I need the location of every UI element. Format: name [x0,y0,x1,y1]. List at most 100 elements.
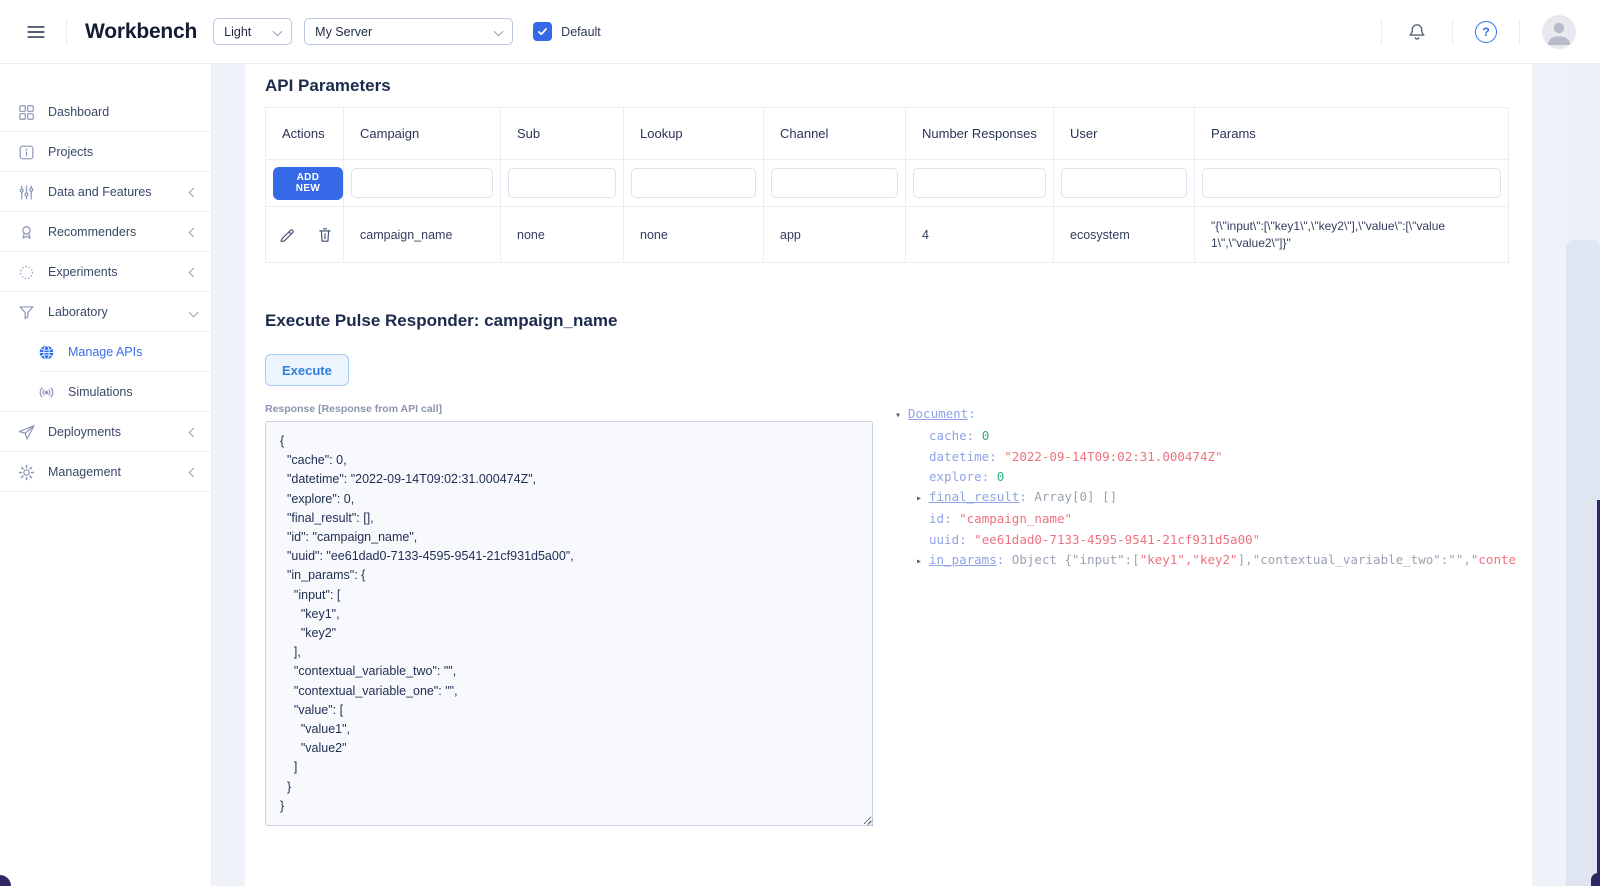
campaign-filter-input[interactable] [351,168,493,198]
cell-campaign: campaign_name [343,206,501,263]
sidebar-item-management[interactable]: Management [0,452,211,492]
sidebar-item-manage-apis[interactable]: Manage APIs [0,332,211,372]
sidebar-item-label: Projects [48,145,94,159]
tree-toggle-down-icon[interactable]: ▾ [895,406,908,426]
award-icon [16,222,36,242]
number-responses-filter-input[interactable] [913,168,1046,198]
default-checkbox[interactable] [533,22,553,41]
tree-key[interactable]: Document [908,406,968,421]
app-title: Workbench [85,19,198,43]
json-tree-view: ▾ Document: cache: 0 datetime: "2022-09-14… [895,404,1529,584]
column-header-channel: Channel [763,107,906,160]
params-filter-input[interactable] [1202,168,1501,198]
tree-value: "2022-09-14T09:02:31.000474Z" [1004,448,1223,464]
sidebar-item-experiments[interactable]: Experiments [0,252,211,292]
header-divider [66,18,67,45]
server-select[interactable]: My Server [304,18,514,45]
avatar[interactable] [1542,14,1576,49]
tree-key[interactable]: in_params [929,552,997,567]
dashboard-grid-icon [16,102,36,122]
delete-trash-icon[interactable] [316,224,334,246]
header-divider [1452,18,1453,45]
execute-button[interactable]: Execute [265,354,349,386]
scrollbar-thumb[interactable] [1566,240,1600,886]
response-textarea[interactable]: { "cache": 0, "datetime": "2022-09-14T09… [265,421,873,826]
sidebar: Dashboard Projects Data and Features Rec… [0,64,212,886]
sidebar-item-data-and-features[interactable]: Data and Features [0,172,211,212]
sidebar-item-label: Dashboard [48,105,110,119]
tree-colon: : [1019,489,1035,505]
sidebar-item-label: Simulations [68,385,133,399]
tree-colon: : [966,428,982,444]
tree-line: datetime: "2022-09-14T09:02:31.000474Z" [895,447,1529,467]
sidebar-item-laboratory[interactable]: Laboratory [0,292,211,332]
chevron-down-icon [188,307,199,317]
funnel-icon [16,302,36,322]
tree-colon: : [989,448,1005,464]
sidebar-item-label: Deployments [48,425,121,439]
sidebar-item-projects[interactable]: Projects [0,132,211,172]
theme-select[interactable]: Light [213,18,293,45]
tree-key[interactable]: final_result [929,489,1019,504]
broadcast-icon [36,382,56,402]
tree-value: Array[0] [] [1034,489,1118,505]
sidebar-item-recommenders[interactable]: Recommenders [0,212,211,252]
table-row: campaign_name none none app 4 ecosystem … [265,206,1509,263]
tree-value: "ee61dad0-7133-4595-9541-21cf931d5a00" [974,531,1261,547]
tree-line: ▸ in_params: Object {"input":["key1","key… [895,550,1529,572]
tree-toggle-right-icon[interactable]: ▸ [916,552,929,572]
globe-icon [36,342,56,362]
tree-colon: : [996,552,1012,568]
sidebar-item-label: Recommenders [48,225,137,239]
sidebar-item-label: Experiments [48,265,118,279]
channel-filter-input[interactable] [771,168,898,198]
tree-line: id: "campaign_name" [895,509,1529,529]
tree-line: cache: 0 [895,426,1529,446]
tree-colon: : [944,511,960,527]
chevron-left-icon [188,427,199,437]
sidebar-item-deployments[interactable]: Deployments [0,412,211,452]
tree-colon: : [981,468,997,484]
dotted-circle-icon [16,262,36,282]
main-content: API Parameters Actions Campaign Sub Look… [245,64,1532,886]
paper-plane-icon [16,422,36,442]
tree-key: datetime [929,448,990,464]
bell-icon[interactable] [1404,19,1430,45]
column-header-sub: Sub [500,107,624,160]
table-add-row: ADD NEW [265,159,1509,207]
tree-line: ▾ Document: [895,404,1529,426]
scrollbar-track[interactable] [1566,64,1600,886]
tree-value: Object {"input":[ [1011,552,1140,568]
user-filter-input[interactable] [1061,168,1187,198]
tree-value: "key1","key2" [1139,552,1238,568]
tree-key: explore [929,468,982,484]
header-divider [1381,18,1382,45]
tree-colon: : [968,406,976,421]
hamburger-menu-icon[interactable] [24,20,48,44]
cell-user: ecosystem [1053,206,1195,263]
tree-toggle-right-icon[interactable]: ▸ [916,489,929,509]
chevron-left-icon [188,467,199,477]
header-actions: ? [1381,14,1576,49]
column-header-number-responses: Number Responses [905,107,1054,160]
page-title: API Parameters [265,76,391,95]
cell-channel: app [763,206,906,263]
window-scrollbar-corner [1591,873,1600,886]
tree-key: cache [929,428,967,444]
help-icon[interactable]: ? [1475,20,1497,43]
top-bar: Workbench Light My Server Default ? [0,0,1600,64]
sidebar-item-simulations[interactable]: Simulations [0,372,211,412]
sidebar-item-dashboard[interactable]: Dashboard [0,92,211,132]
lookup-filter-input[interactable] [631,168,756,198]
column-header-params: Params [1194,107,1509,160]
add-new-button[interactable]: ADD NEW [273,166,343,200]
edit-pencil-icon[interactable] [278,224,296,246]
api-parameters-table: Actions Campaign Sub Lookup Channel Numb… [265,107,1509,263]
tree-colon: : [959,531,975,547]
sub-filter-input[interactable] [508,168,616,198]
chevron-down-icon [493,26,504,37]
table-header-row: Actions Campaign Sub Lookup Channel Numb… [265,107,1509,160]
workbench-app: Workbench Light My Server Default ? Dash… [0,0,1600,886]
sidebar-item-label: Manage APIs [68,345,143,359]
column-header-user: User [1053,107,1195,160]
